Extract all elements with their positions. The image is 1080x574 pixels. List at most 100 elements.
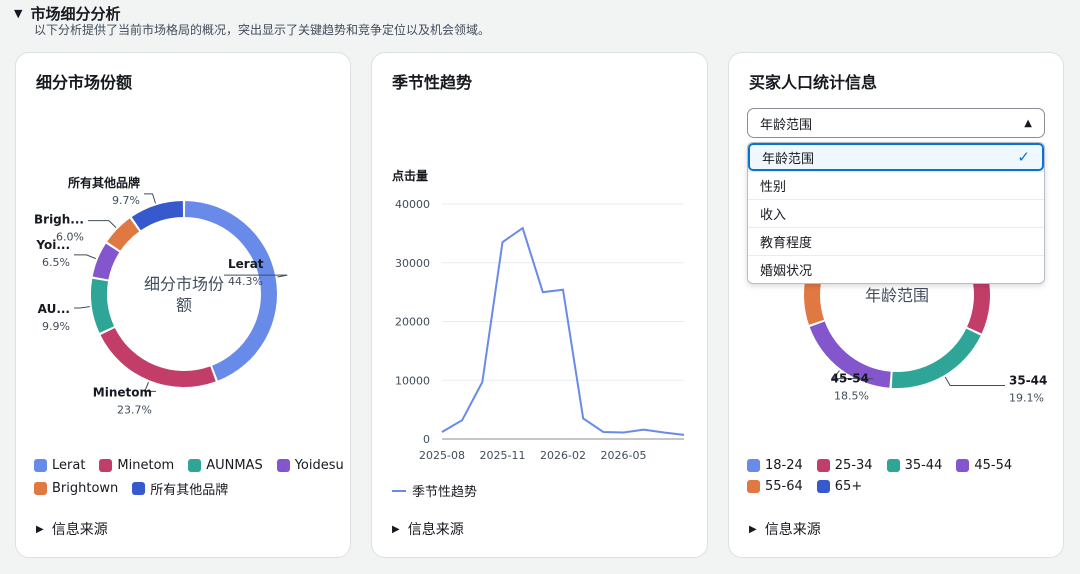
caret-up-icon: ▲ <box>1024 117 1032 129</box>
legend-item[interactable]: Brightown <box>34 479 118 498</box>
label-leader-line <box>74 254 97 260</box>
legend-label: 35-44 <box>904 458 943 473</box>
legend-swatch <box>276 459 290 472</box>
y-tick-label: 10000 <box>395 374 430 387</box>
option-label: 教育程度 <box>760 236 813 251</box>
legend-label: AUNMAS <box>206 458 263 473</box>
caret-right-icon: ▶ <box>36 523 44 535</box>
legend-label: Yoidesu <box>294 458 344 473</box>
slice-label: Minetom <box>93 385 152 399</box>
y-tick-label: 30000 <box>395 257 430 270</box>
label-leader-line <box>944 376 1005 387</box>
demographic-select[interactable]: 年龄范围 ▲ <box>747 108 1045 138</box>
dropdown-option[interactable]: 性别 <box>748 171 1044 199</box>
legend-label: 65+ <box>834 479 863 494</box>
legend-swatch <box>747 480 760 493</box>
slice-label: 35-44 <box>1009 374 1047 388</box>
y-tick-label: 0 <box>423 433 430 446</box>
legend-swatch <box>34 459 47 472</box>
source-expander[interactable]: ▶ 信息来源 <box>749 519 821 539</box>
legend-label: 45-54 <box>974 458 1013 473</box>
legend-item[interactable]: 25-34 <box>816 458 873 473</box>
seasonal-trend-card: 季节性趋势 点击量 0 10000 20000 30000 40000 2025-08 202… <box>371 52 708 558</box>
donut-slice[interactable] <box>100 327 216 388</box>
legend-item[interactable]: AUNMAS <box>188 458 263 473</box>
slice-label: Brigh... <box>34 213 84 227</box>
legend-item[interactable]: Minetom <box>99 458 174 473</box>
buyer-demographics-card: 买家人口统计信息 35-4419.1%45-5418.5%55-6420.4%年… <box>728 52 1064 558</box>
slice-percent: 19.1% <box>1009 392 1044 405</box>
option-label: 年龄范围 <box>762 151 815 167</box>
option-label: 收入 <box>760 208 787 223</box>
donut-center-label: 细分市场份 <box>144 275 224 294</box>
slice-percent: 6.0% <box>56 231 84 244</box>
legend-swatch <box>34 482 47 495</box>
slice-percent: 6.5% <box>42 256 70 269</box>
x-tick-label: 2026-02 <box>540 449 586 462</box>
x-tick-label: 2025-11 <box>480 449 526 462</box>
select-value: 年龄范围 <box>760 117 813 133</box>
slice-percent: 9.7% <box>112 194 140 207</box>
series-legend[interactable]: 季节性趋势 <box>392 481 477 500</box>
chart-legend: Lerat Minetom AUNMAS Yoidesu Brightown 所有其他品牌 <box>34 458 344 498</box>
legend-swatch <box>956 459 970 472</box>
legend-item[interactable]: 35-44 <box>886 458 943 473</box>
y-tick-label: 20000 <box>395 316 430 329</box>
seasonal-trend-line-chart: 点击量 0 10000 20000 30000 40000 2025-08 2025-11 20… <box>392 168 685 462</box>
legend-item[interactable]: 所有其他品牌 <box>132 479 228 498</box>
caret-right-icon: ▶ <box>749 523 757 535</box>
legend-swatch <box>816 459 830 472</box>
legend-item[interactable]: 65+ <box>816 479 863 494</box>
legend-swatch <box>816 480 830 493</box>
dropdown-option[interactable]: 婚姻状况 <box>748 255 1044 283</box>
donut-center-label: 额 <box>176 296 192 315</box>
legend-label: 25-34 <box>834 458 873 473</box>
donut-slice[interactable] <box>91 278 115 333</box>
legend-item[interactable]: 45-54 <box>956 458 1012 473</box>
label-leader-line <box>144 193 157 204</box>
market-share-donut-chart: Lerat44.3%Minetom23.7%AU...9.9%Yoi...6.5… <box>34 175 288 416</box>
dropdown-option[interactable]: 收入 <box>748 199 1044 227</box>
legend-label: Minetom <box>117 458 175 473</box>
series-legend-label: 季节性趋势 <box>412 485 478 500</box>
legend-swatch <box>188 459 202 472</box>
dropdown-option[interactable]: 教育程度 <box>748 227 1044 255</box>
dropdown-option[interactable]: 年龄范围 ✓ <box>748 143 1044 171</box>
chart-legend: 18-24 25-34 35-44 45-54 55-64 65+ <box>747 458 1057 494</box>
slice-percent: 44.3% <box>228 275 263 288</box>
legend-item[interactable]: 18-24 <box>747 458 803 473</box>
market-share-card: 细分市场份额 Lerat 44.3% Minetom 23.7% AU... 9.9% Yo… <box>15 52 351 558</box>
legend-label: 18-24 <box>765 458 803 473</box>
caret-down-icon[interactable]: ▼ <box>14 7 22 20</box>
source-expander[interactable]: ▶ 信息来源 <box>36 519 108 539</box>
legend-item[interactable]: Lerat <box>34 458 85 473</box>
legend-item[interactable]: Yoidesu <box>276 458 344 473</box>
slice-percent: 23.7% <box>117 403 152 416</box>
slice-label: Lerat <box>228 257 264 271</box>
check-icon: ✓ <box>1017 148 1030 166</box>
y-axis-label: 点击量 <box>392 168 428 183</box>
section-description: 以下分析提供了当前市场格局的概况，突出显示了关键趋势和竞争定位以及机会领域。 <box>34 23 491 37</box>
option-label: 婚姻状况 <box>760 264 813 279</box>
series-line[interactable] <box>441 226 685 436</box>
slice-label: AU... <box>38 302 70 316</box>
y-tick-label: 40000 <box>395 198 430 211</box>
donut-slice[interactable] <box>891 328 981 388</box>
legend-item[interactable]: 55-64 <box>747 479 803 494</box>
legend-label: 所有其他品牌 <box>150 483 229 498</box>
label-leader-line <box>88 220 117 228</box>
source-expander[interactable]: ▶ 信息来源 <box>392 519 464 539</box>
slice-label: 45-54 <box>831 372 869 386</box>
slice-percent: 18.5% <box>834 390 869 403</box>
x-tick-label: 2025-08 <box>419 449 465 462</box>
legend-swatch <box>747 459 760 472</box>
legend-swatch <box>886 459 900 472</box>
option-label: 性别 <box>760 180 787 195</box>
donut-center-label: 年龄范围 <box>865 286 929 305</box>
x-tick-label: 2026-05 <box>601 449 647 462</box>
legend-swatch <box>132 482 146 495</box>
source-label: 信息来源 <box>764 522 821 538</box>
dropdown-menu: 年龄范围 ✓ 性别 收入 教育程度 婚姻状况 <box>747 142 1045 284</box>
donut-slice[interactable] <box>92 243 120 280</box>
series-line-swatch <box>392 489 406 492</box>
